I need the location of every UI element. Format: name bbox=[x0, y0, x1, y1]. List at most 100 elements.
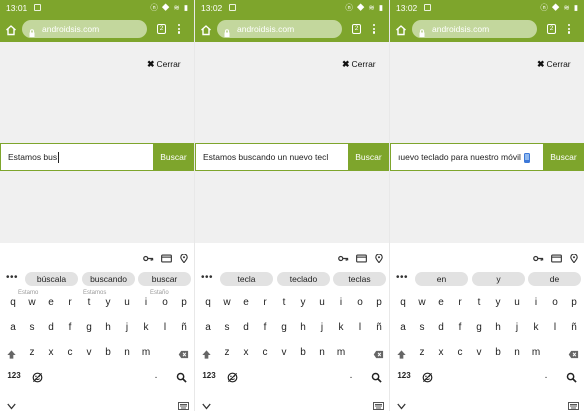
key-x[interactable]: x bbox=[434, 346, 448, 360]
emoji-icon[interactable] bbox=[227, 370, 238, 383]
numbers-key[interactable]: 123 bbox=[395, 369, 413, 383]
key-k[interactable]: k bbox=[139, 321, 153, 335]
credit-card-icon[interactable] bbox=[356, 250, 367, 263]
key-p[interactable]: p bbox=[177, 296, 191, 310]
key-m[interactable]: m bbox=[334, 346, 348, 360]
key-h[interactable]: h bbox=[491, 321, 505, 335]
tabs-icon[interactable]: 2 bbox=[352, 24, 361, 34]
key-z[interactable]: z bbox=[25, 346, 39, 360]
tabs-icon[interactable]: 2 bbox=[157, 24, 166, 34]
location-pin-icon[interactable] bbox=[180, 250, 188, 264]
suggestion-chip[interactable]: buscar bbox=[138, 272, 191, 286]
key-q[interactable]: q bbox=[396, 296, 410, 310]
key-z[interactable]: z bbox=[220, 346, 234, 360]
backspace-icon[interactable] bbox=[373, 347, 384, 359]
suggestion-chip[interactable]: teclado bbox=[277, 272, 330, 286]
key-b[interactable]: b bbox=[491, 346, 505, 360]
key-t[interactable]: t bbox=[82, 296, 96, 310]
search-button[interactable]: Buscar bbox=[348, 143, 389, 171]
key-y[interactable]: y bbox=[101, 296, 115, 310]
key-k[interactable]: k bbox=[529, 321, 543, 335]
key-g[interactable]: g bbox=[82, 321, 96, 335]
location-pin-icon[interactable] bbox=[570, 250, 578, 264]
key-l[interactable]: l bbox=[158, 321, 172, 335]
key-p[interactable]: p bbox=[372, 296, 386, 310]
url-bar[interactable]: androidsis.com bbox=[217, 20, 342, 38]
shift-icon[interactable] bbox=[396, 347, 407, 359]
keyboard-hide-icon[interactable] bbox=[373, 397, 384, 410]
key-d[interactable]: d bbox=[239, 321, 253, 335]
key-n[interactable]: n bbox=[510, 346, 524, 360]
period-key[interactable]: . bbox=[344, 369, 358, 383]
more-suggestions-icon[interactable]: ••• bbox=[201, 272, 213, 284]
keyboard-hide-icon[interactable] bbox=[568, 397, 579, 410]
overflow-menu-icon[interactable] bbox=[372, 24, 376, 35]
key-x[interactable]: x bbox=[239, 346, 253, 360]
key-p[interactable]: p bbox=[567, 296, 581, 310]
key-g[interactable]: g bbox=[472, 321, 486, 335]
numbers-key[interactable]: 123 bbox=[5, 369, 23, 383]
period-key[interactable]: . bbox=[149, 369, 163, 383]
key-icon[interactable] bbox=[338, 250, 349, 262]
search-button[interactable]: Buscar bbox=[543, 143, 584, 171]
key-o[interactable]: o bbox=[548, 296, 562, 310]
key-x[interactable]: x bbox=[44, 346, 58, 360]
search-button[interactable]: Buscar bbox=[153, 143, 194, 171]
key-r[interactable]: r bbox=[453, 296, 467, 310]
key-f[interactable]: f bbox=[258, 321, 272, 335]
key-q[interactable]: q bbox=[6, 296, 20, 310]
key-c[interactable]: c bbox=[453, 346, 467, 360]
key-q[interactable]: q bbox=[201, 296, 215, 310]
keyboard-search-icon[interactable] bbox=[176, 370, 187, 383]
key-o[interactable]: o bbox=[353, 296, 367, 310]
key-k[interactable]: k bbox=[334, 321, 348, 335]
shift-icon[interactable] bbox=[201, 347, 212, 359]
key-j[interactable]: j bbox=[510, 321, 524, 335]
key-s[interactable]: s bbox=[415, 321, 429, 335]
key-z[interactable]: z bbox=[415, 346, 429, 360]
close-search-link[interactable]: ✖ Cerrar bbox=[537, 58, 571, 70]
key-v[interactable]: v bbox=[277, 346, 291, 360]
key-b[interactable]: b bbox=[101, 346, 115, 360]
key-u[interactable]: u bbox=[315, 296, 329, 310]
emoji-icon[interactable] bbox=[422, 370, 433, 383]
suggestion-chip[interactable]: de bbox=[528, 272, 581, 286]
period-key[interactable]: . bbox=[539, 369, 553, 383]
key-h[interactable]: h bbox=[296, 321, 310, 335]
suggestion-chip[interactable]: teclas bbox=[333, 272, 386, 286]
suggestion-chip[interactable]: y bbox=[472, 272, 525, 286]
key-i[interactable]: i bbox=[334, 296, 348, 310]
overflow-menu-icon[interactable] bbox=[567, 24, 571, 35]
key-icon[interactable] bbox=[533, 250, 544, 262]
key-a[interactable]: a bbox=[6, 321, 20, 335]
key-j[interactable]: j bbox=[120, 321, 134, 335]
key-u[interactable]: u bbox=[120, 296, 134, 310]
overflow-menu-icon[interactable] bbox=[177, 24, 181, 35]
more-suggestions-icon[interactable]: ••• bbox=[6, 272, 18, 284]
home-icon[interactable] bbox=[395, 23, 407, 36]
nav-back-icon[interactable] bbox=[7, 397, 16, 410]
key-a[interactable]: a bbox=[201, 321, 215, 335]
emoji-icon[interactable] bbox=[32, 370, 43, 383]
key-d[interactable]: d bbox=[434, 321, 448, 335]
key-a[interactable]: a bbox=[396, 321, 410, 335]
key-ñ[interactable]: ñ bbox=[177, 321, 191, 335]
suggestion-chip[interactable]: búscala bbox=[25, 272, 78, 286]
key-f[interactable]: f bbox=[63, 321, 77, 335]
key-t[interactable]: t bbox=[472, 296, 486, 310]
key-c[interactable]: c bbox=[63, 346, 77, 360]
key-m[interactable]: m bbox=[139, 346, 153, 360]
key-b[interactable]: b bbox=[296, 346, 310, 360]
key-ñ[interactable]: ñ bbox=[372, 321, 386, 335]
key-y[interactable]: y bbox=[296, 296, 310, 310]
close-search-link[interactable]: ✖ Cerrar bbox=[147, 58, 181, 70]
suggestion-chip[interactable]: tecla bbox=[220, 272, 273, 286]
keyboard-search-icon[interactable] bbox=[371, 370, 382, 383]
search-input[interactable]: ıuevo teclado para nuestro móvil bbox=[390, 143, 543, 171]
backspace-icon[interactable] bbox=[568, 347, 579, 359]
key-s[interactable]: s bbox=[25, 321, 39, 335]
key-y[interactable]: y bbox=[491, 296, 505, 310]
key-ñ[interactable]: ñ bbox=[567, 321, 581, 335]
key-w[interactable]: w bbox=[25, 296, 39, 310]
key-e[interactable]: e bbox=[44, 296, 58, 310]
